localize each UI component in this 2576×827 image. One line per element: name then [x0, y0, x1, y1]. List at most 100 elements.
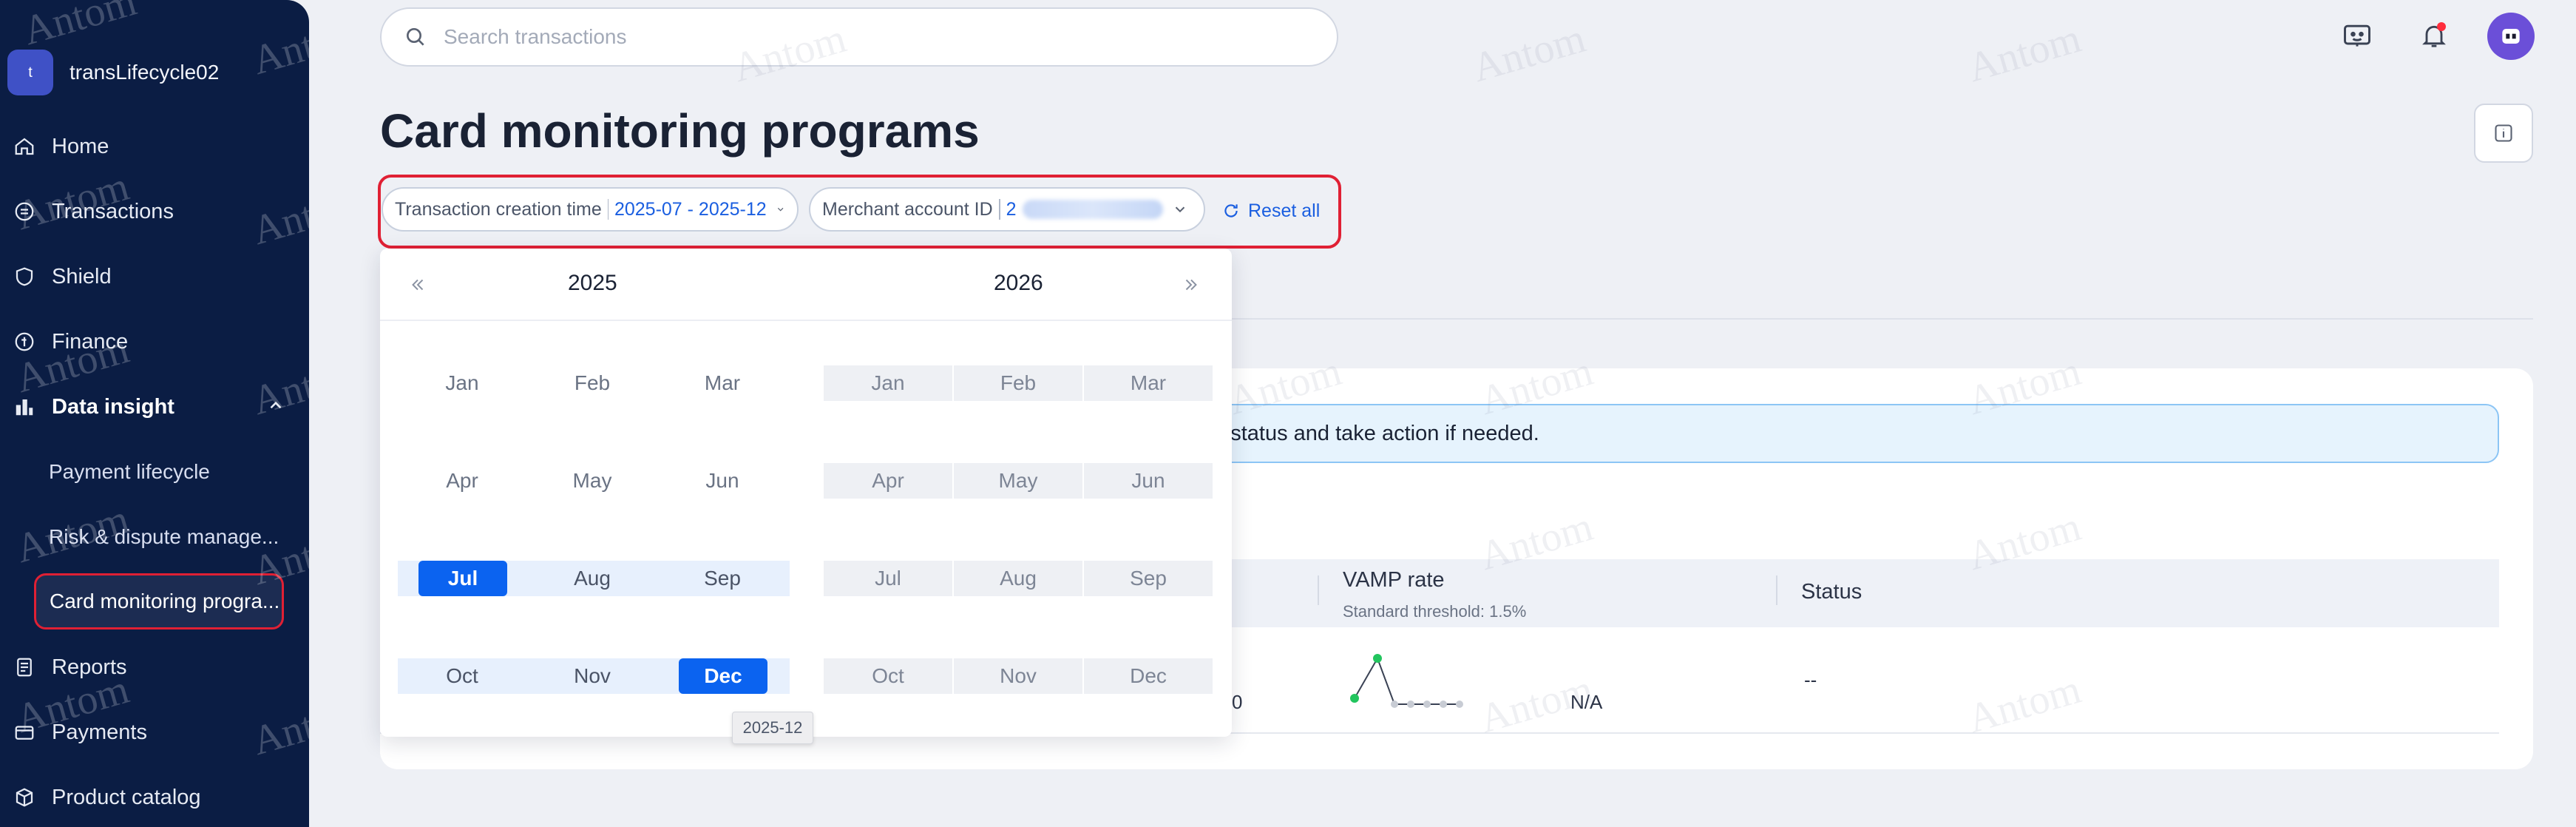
month-2025-aug[interactable]: Aug	[528, 561, 657, 596]
month-2025-oct[interactable]: Oct	[398, 658, 526, 694]
sidebar-sub-payment-lifecycle[interactable]: Payment lifecycle	[49, 448, 210, 496]
chevron-up-icon[interactable]	[266, 396, 285, 415]
status-header: Status	[1801, 580, 1862, 604]
month-2026-jan: Jan	[824, 365, 952, 401]
double-chevron-left-icon	[412, 279, 424, 291]
notification-button[interactable]	[2412, 13, 2456, 58]
filter-label: Transaction creation time	[395, 198, 602, 220]
watermark: Antom	[247, 688, 309, 765]
table-cell-count: 0	[1232, 691, 1243, 713]
avatar-robot-icon	[2502, 29, 2520, 44]
account-name: transLifecycle02	[70, 61, 220, 84]
filter-value: 2025-07 - 2025-12	[614, 198, 767, 220]
month-2026-dec: Dec	[1084, 658, 1213, 694]
finance-icon	[15, 332, 34, 351]
info-button[interactable]	[2474, 104, 2533, 163]
month-2025-jun[interactable]: Jun	[658, 463, 787, 499]
transactions-icon	[15, 202, 34, 221]
month-2026-may: May	[954, 463, 1082, 499]
refresh-icon	[1224, 204, 1238, 217]
shield-icon	[16, 267, 33, 286]
page-title: Card monitoring programs	[380, 104, 980, 158]
sidebar-sub-risk-dispute[interactable]: Risk & dispute manage...	[49, 513, 279, 561]
sidebar-item-label: Transactions	[52, 199, 174, 223]
table-cell-vamp: N/A	[1570, 691, 1603, 713]
watermark: Antom	[247, 7, 309, 84]
vamp-threshold-note: Standard threshold: 1.5%	[1343, 602, 1527, 621]
month-2026-apr: Apr	[824, 463, 952, 499]
month-2026-jul: Jul	[824, 561, 952, 596]
month-2026-oct: Oct	[824, 658, 952, 694]
vamp-rate-header: VAMP rate	[1343, 568, 1445, 592]
sidebar-item-label: Finance	[52, 329, 129, 354]
sidebar-item-finance[interactable]: Finance	[13, 317, 128, 366]
month-2025-jan[interactable]: Jan	[398, 365, 526, 401]
sidebar-item-shield[interactable]: Shield	[13, 252, 112, 301]
column-divider	[1776, 575, 1777, 605]
month-2026-mar: Mar	[1084, 365, 1213, 401]
payments-icon	[15, 726, 34, 740]
chevron-down-icon	[777, 207, 784, 212]
info-icon	[2495, 124, 2512, 142]
sidebar-item-label: Reports	[52, 655, 127, 679]
sidebar-item-label: Payments	[52, 720, 147, 744]
month-2025-mar[interactable]: Mar	[658, 365, 787, 401]
month-2025-may[interactable]: May	[528, 463, 657, 499]
double-chevron-right-icon	[1185, 279, 1197, 291]
month-2026-aug: Aug	[954, 561, 1082, 596]
sidebar-item-transactions[interactable]: Transactions	[13, 187, 174, 236]
month-2026-jun: Jun	[1084, 463, 1213, 499]
watermark: Antom	[247, 178, 309, 254]
vamp-sparkline	[1350, 654, 1463, 708]
search-input[interactable]	[444, 25, 1257, 49]
column-divider	[1318, 575, 1319, 605]
sidebar-item-product-catalog[interactable]: Product catalog	[13, 773, 201, 822]
merchant-id-filter[interactable]: Merchant account ID 2	[809, 187, 1205, 232]
watermark: Antom	[1962, 15, 2087, 92]
filter-separator	[998, 199, 1000, 220]
data-insight-icon	[16, 399, 33, 416]
prev-year-button[interactable]	[407, 274, 429, 296]
creation-time-filter[interactable]: Transaction creation time 2025-07 - 2025…	[382, 187, 799, 232]
notice-text: nt status and take action if needed.	[1207, 421, 1539, 445]
month-2025-sep[interactable]: Sep	[658, 561, 787, 596]
month-2025-nov[interactable]: Nov	[528, 658, 657, 694]
right-year: 2026	[994, 271, 1043, 295]
chatbot-button[interactable]	[2335, 13, 2379, 58]
search-bar[interactable]	[380, 7, 1338, 67]
month-2025-apr[interactable]: Apr	[398, 463, 526, 499]
month-2025-jul[interactable]: Jul	[418, 561, 507, 596]
sidebar-item-label: Home	[52, 134, 109, 158]
search-icon	[407, 28, 424, 46]
picker-header: 2025 2026	[380, 249, 1232, 321]
product-catalog-icon	[16, 788, 33, 807]
filter-separator	[607, 199, 609, 220]
month-tooltip: 2025-12	[732, 712, 813, 744]
chevron-down-icon	[1175, 206, 1184, 213]
month-2025-dec[interactable]: Dec	[679, 658, 767, 694]
reset-label: Reset all	[1248, 200, 1321, 221]
avatar[interactable]	[2487, 13, 2535, 60]
sidebar-item-label: Shield	[52, 264, 112, 288]
month-2026-sep: Sep	[1084, 561, 1213, 596]
sidebar-sub-card-monitoring[interactable]: Card monitoring progra...	[34, 573, 284, 629]
filter-value: 2	[1006, 198, 1017, 220]
table-cell-status: --	[1804, 669, 1817, 691]
month-2025-feb[interactable]: Feb	[528, 365, 657, 401]
notification-dot	[2437, 22, 2446, 31]
redacted-id	[1022, 200, 1163, 219]
sidebar-item-home[interactable]: Home	[13, 122, 109, 171]
sidebar-item-label: Data insight	[52, 394, 174, 419]
account-switcher[interactable]: t transLifecycle02	[7, 43, 219, 102]
reset-all-button[interactable]: Reset all	[1221, 196, 1320, 226]
sidebar-item-data-insight[interactable]: Data insight	[13, 382, 174, 431]
next-year-button[interactable]	[1180, 274, 1202, 296]
sidebar-item-payments[interactable]: Payments	[13, 708, 147, 757]
left-year: 2025	[568, 271, 617, 295]
month-2026-feb: Feb	[954, 365, 1082, 401]
sidebar-item-label: Product catalog	[52, 785, 201, 809]
sidebar-item-reports[interactable]: Reports	[13, 643, 127, 692]
chatbot-icon	[2344, 24, 2370, 47]
sidebar: t transLifecycle02 Home Transactions Shi…	[0, 0, 309, 827]
watermark: Antom	[1467, 15, 1591, 92]
